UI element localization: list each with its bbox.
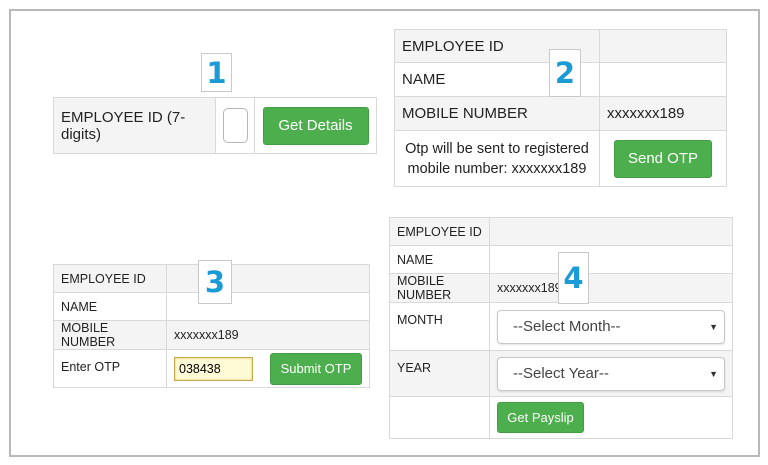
month-cell: --Select Month-- ▼ [489,302,733,351]
employee-id-value [489,217,733,246]
name-value [489,245,733,274]
otp-input[interactable] [174,356,253,381]
employee-id-value [166,264,370,293]
otp-cell: Submit OTP [166,349,370,388]
step-badge-1: 1 [201,53,232,92]
employee-id-cell [215,97,255,154]
employee-id-label: EMPLOYEE ID [389,217,490,246]
otp-note: Otp will be sent to registered mobile nu… [394,130,600,187]
caret-down-icon: ▼ [709,368,718,379]
month-select-value: --Select Month-- [513,318,621,335]
panel-get-payslip: EMPLOYEE ID NAME MOBILE NUMBER xxxxxxx18… [389,217,733,439]
get-payslip-cell: Get Payslip [489,396,733,439]
submit-otp-button[interactable]: Submit OTP [270,352,362,385]
mobile-number-value: xxxxxxx189 [489,273,733,303]
mobile-number-label: MOBILE NUMBER [394,96,600,131]
send-otp-cell: Send OTP [599,130,727,187]
payslip-spacer-cell [389,396,490,439]
year-label: YEAR [389,350,490,397]
get-payslip-button[interactable]: Get Payslip [497,402,584,433]
employee-id-input[interactable] [222,108,248,143]
employee-id-label: EMPLOYEE ID [53,264,167,293]
year-select[interactable]: --Select Year-- ▼ [497,356,725,391]
caret-down-icon: ▼ [709,321,718,332]
otp-note-line2: mobile number: xxxxxxx189 [407,160,587,177]
month-label: MONTH [389,302,490,351]
name-value [599,62,727,97]
panel-employee-lookup: EMPLOYEE ID (7-digits) Get Details [53,97,377,154]
get-details-button[interactable]: Get Details [262,106,369,145]
year-select-value: --Select Year-- [513,365,609,382]
mobile-number-value: xxxxxxx189 [599,96,727,131]
year-cell: --Select Year-- ▼ [489,350,733,397]
mobile-number-label: MOBILE NUMBER [389,273,490,303]
enter-otp-label: Enter OTP [53,349,167,388]
get-details-cell: Get Details [254,97,377,154]
name-value [166,292,370,321]
name-label: NAME [389,245,490,274]
month-select[interactable]: --Select Month-- ▼ [497,309,725,344]
send-otp-button[interactable]: Send OTP [614,139,712,178]
step-badge-4: 4 [558,252,589,304]
mobile-number-value: xxxxxxx189 [166,320,370,350]
employee-id-value [599,29,727,63]
step-badge-3: 3 [198,260,232,304]
step-badge-2: 2 [549,49,581,97]
mobile-number-label: MOBILE NUMBER [53,320,167,350]
employee-id-label: EMPLOYEE ID (7-digits) [53,97,216,154]
name-label: NAME [53,292,167,321]
otp-note-line1: Otp will be sent to registered [405,140,589,157]
